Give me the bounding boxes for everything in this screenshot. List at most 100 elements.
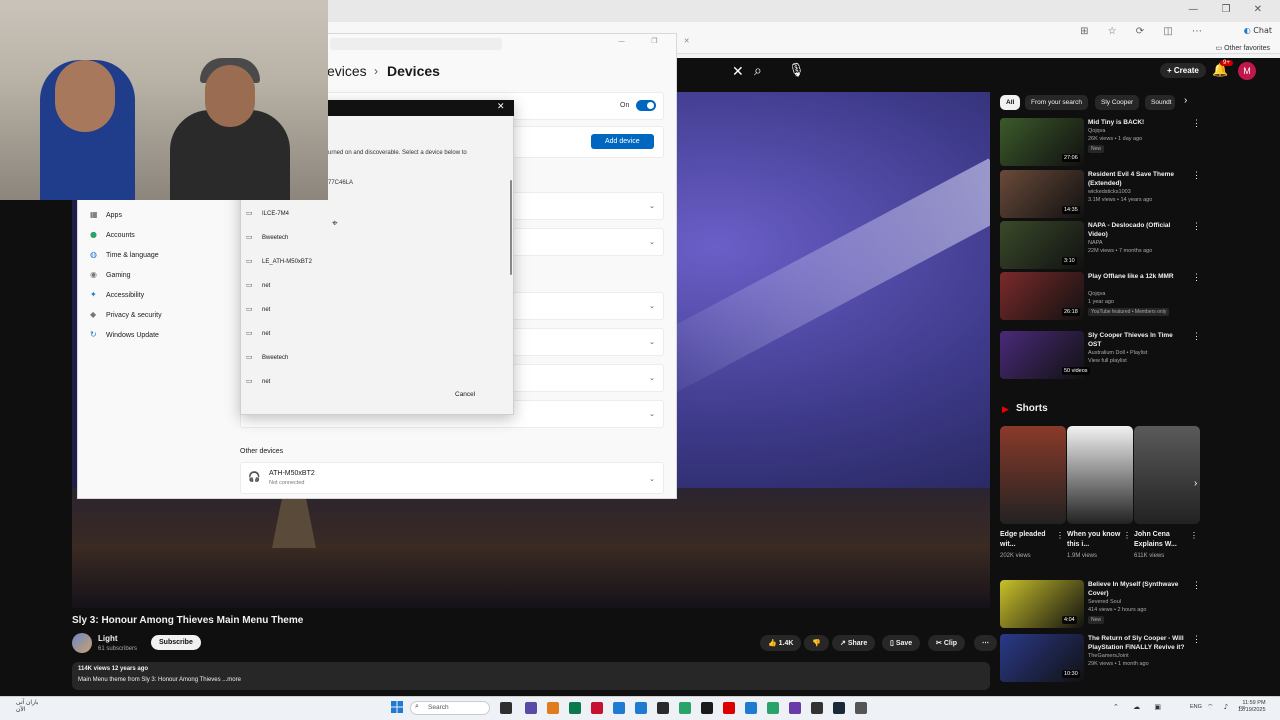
breadcrumb-parent[interactable]: evices bbox=[327, 63, 367, 79]
device-list-item[interactable]: ▭ ILCE-7M4 bbox=[246, 209, 289, 217]
clear-search-icon[interactable]: ✕ bbox=[732, 63, 744, 80]
recommended-video[interactable]: 27:06 Mid Tiny is BACK! Qojqva 26K views • … bbox=[1000, 118, 1205, 168]
more-options-icon[interactable]: ⋮ bbox=[1192, 170, 1201, 181]
chip-all[interactable]: All bbox=[1000, 95, 1021, 110]
terminal-icon[interactable] bbox=[811, 702, 823, 714]
chevron-down-icon[interactable]: ⌄ bbox=[649, 302, 655, 310]
copilot-button[interactable]: ◐ Chat bbox=[1244, 26, 1272, 35]
chip-soundtrack[interactable]: Soundt bbox=[1145, 95, 1175, 110]
settings-icon[interactable] bbox=[855, 702, 867, 714]
channel-name[interactable]: Australium Doll • Playlist bbox=[1088, 350, 1147, 356]
sidebar-item-privacy-security[interactable]: ◆ Privacy & security bbox=[90, 310, 162, 319]
window-controls[interactable]: — ❐ ✕ bbox=[1188, 4, 1272, 15]
short-title[interactable]: When you know this i... bbox=[1067, 530, 1127, 550]
other-favorites[interactable]: ▭ Other favorites bbox=[1216, 44, 1271, 52]
steam-icon[interactable] bbox=[833, 702, 845, 714]
more-options-icon[interactable]: ⋮ bbox=[1056, 531, 1064, 540]
whatsapp-icon[interactable] bbox=[679, 702, 691, 714]
device-list-item[interactable]: ▭ net bbox=[246, 281, 270, 289]
sidebar-item-time-language[interactable]: ◍ Time & language bbox=[90, 250, 159, 259]
sidebar-item-accessibility[interactable]: ✦ Accessibility bbox=[90, 290, 144, 299]
chevron-down-icon[interactable]: ⌄ bbox=[649, 338, 655, 346]
clip-button[interactable]: ✂ Clip bbox=[928, 635, 966, 651]
more-options-icon[interactable]: ⋮ bbox=[1192, 118, 1201, 129]
chevron-down-icon[interactable]: ⌄ bbox=[649, 410, 655, 418]
browser-toolbar-icons[interactable]: ⊞ ☆ ⟳ ◫ ⋯ bbox=[1080, 26, 1210, 37]
recommended-video[interactable]: 14:35 Resident Evil 4 Save Theme (Extende… bbox=[1000, 170, 1205, 220]
chip-sly-cooper[interactable]: Sly Cooper bbox=[1095, 95, 1140, 110]
sidebar-item-apps[interactable]: ▦ Apps bbox=[90, 210, 122, 219]
copilot-app-icon[interactable] bbox=[525, 702, 537, 714]
chevron-right-icon[interactable]: › bbox=[1194, 478, 1197, 489]
short-title[interactable]: John Cena Explains W... bbox=[1134, 530, 1194, 550]
more-options-icon[interactable]: ⋮ bbox=[1192, 272, 1201, 283]
video-title[interactable]: Mid Tiny is BACK! bbox=[1088, 118, 1186, 127]
more-options-icon[interactable]: ⋮ bbox=[1123, 531, 1131, 540]
channel-name[interactable]: Severed Soul bbox=[1088, 599, 1121, 605]
device-list-item[interactable]: ▭ net bbox=[246, 329, 270, 337]
channel-name[interactable]: Qojqva bbox=[1088, 128, 1105, 134]
video-description[interactable]: Main Menu theme from Sly 3: Honour Among… bbox=[78, 677, 241, 683]
app-icon[interactable] bbox=[745, 702, 757, 714]
edge-icon[interactable] bbox=[613, 702, 625, 714]
dislike-button[interactable]: 👎 bbox=[804, 635, 829, 651]
create-button[interactable]: + Create bbox=[1160, 63, 1206, 78]
chip-from-your-search[interactable]: From your search bbox=[1025, 95, 1088, 110]
more-options-icon[interactable]: ⋮ bbox=[1192, 634, 1201, 645]
recommended-video[interactable]: 26:18 Play Offlane like a 12k MMR Qojqva 1 … bbox=[1000, 272, 1205, 322]
short-thumbnail[interactable] bbox=[1067, 426, 1133, 524]
video-title[interactable]: NAPA - Deslocado (Official Video) bbox=[1088, 221, 1186, 239]
chevron-down-icon[interactable]: ⌄ bbox=[649, 374, 655, 382]
short-thumbnail[interactable] bbox=[1134, 426, 1200, 524]
language-indicator[interactable]: ENG bbox=[1190, 704, 1202, 710]
device-list-item[interactable]: ▭ net bbox=[246, 377, 270, 385]
device-list-item[interactable]: ▭ LE_ATH-M50xBT2 bbox=[246, 257, 312, 265]
file-explorer-icon[interactable] bbox=[547, 702, 559, 714]
scrollbar[interactable] bbox=[510, 180, 512, 275]
app-icon[interactable] bbox=[789, 702, 801, 714]
weather-widget[interactable]: باران آتی الآن bbox=[16, 700, 38, 714]
user-avatar[interactable]: M bbox=[1238, 62, 1256, 80]
chevron-down-icon[interactable]: ⌄ bbox=[649, 475, 655, 483]
app-icon[interactable] bbox=[591, 702, 603, 714]
video-title[interactable]: Believe In Myself (Synthwave Cover) bbox=[1088, 580, 1186, 598]
short-thumbnail[interactable] bbox=[1000, 426, 1066, 524]
device-list-item[interactable]: ▭ Bweetech bbox=[246, 353, 288, 361]
video-title[interactable]: The Return of Sly Cooper - Will PlayStat… bbox=[1088, 634, 1186, 652]
cancel-button[interactable]: Cancel bbox=[455, 391, 475, 398]
windows-start-icon[interactable] bbox=[391, 701, 403, 713]
recommended-video[interactable]: 10:30 The Return of Sly Cooper - Will Pla… bbox=[1000, 634, 1205, 684]
save-button[interactable]: ▯ Save bbox=[882, 635, 921, 651]
device-list-item[interactable]: ▭ Bweetech bbox=[246, 233, 288, 241]
channel-name[interactable]: NAPA bbox=[1088, 240, 1103, 246]
search-icon[interactable]: ⌕ bbox=[754, 62, 770, 78]
chrome-icon[interactable] bbox=[635, 702, 647, 714]
sidebar-item-gaming[interactable]: ◉ Gaming bbox=[90, 270, 131, 279]
more-options-icon[interactable]: ⋮ bbox=[1192, 331, 1201, 342]
task-view-icon[interactable] bbox=[500, 702, 512, 714]
clock[interactable]: 11:59 PM 12/19/2025 bbox=[1238, 700, 1266, 714]
add-device-button[interactable]: Add device bbox=[591, 134, 654, 149]
microphone-icon[interactable]: 🎙 bbox=[788, 62, 805, 78]
more-options-icon[interactable]: ⋮ bbox=[1190, 531, 1198, 540]
channel-name[interactable]: TheGamersJoint bbox=[1088, 653, 1129, 659]
video-title[interactable]: Play Offlane like a 12k MMR bbox=[1088, 272, 1186, 281]
channel-name[interactable]: Qojqva bbox=[1088, 291, 1105, 297]
sidebar-item-accounts[interactable]: ● Accounts bbox=[90, 230, 135, 239]
more-options-icon[interactable]: ⋮ bbox=[1192, 221, 1201, 232]
settings-window-controls[interactable]: — ❐ ✕ bbox=[618, 37, 702, 45]
app-icon[interactable] bbox=[767, 702, 779, 714]
more-actions-button[interactable]: ⋯ bbox=[974, 635, 997, 651]
description-box[interactable] bbox=[72, 662, 990, 690]
system-tray[interactable]: ⌃ ☁ ▣ bbox=[1113, 703, 1167, 711]
subscribe-button[interactable]: Subscribe bbox=[151, 635, 201, 650]
device-list-item[interactable]: ▭ net bbox=[246, 305, 270, 313]
short-title[interactable]: Edge pleaded wit... bbox=[1000, 530, 1060, 550]
app-icon[interactable] bbox=[701, 702, 713, 714]
chevron-down-icon[interactable]: ⌄ bbox=[649, 238, 655, 246]
netflix-icon[interactable] bbox=[723, 702, 735, 714]
like-button[interactable]: 👍 1.4K bbox=[760, 635, 802, 651]
settings-search-field[interactable] bbox=[330, 38, 502, 50]
share-button[interactable]: ↗ Share bbox=[832, 635, 876, 651]
recommended-video[interactable]: 3:10 NAPA - Deslocado (Official Video) NAP… bbox=[1000, 221, 1205, 271]
